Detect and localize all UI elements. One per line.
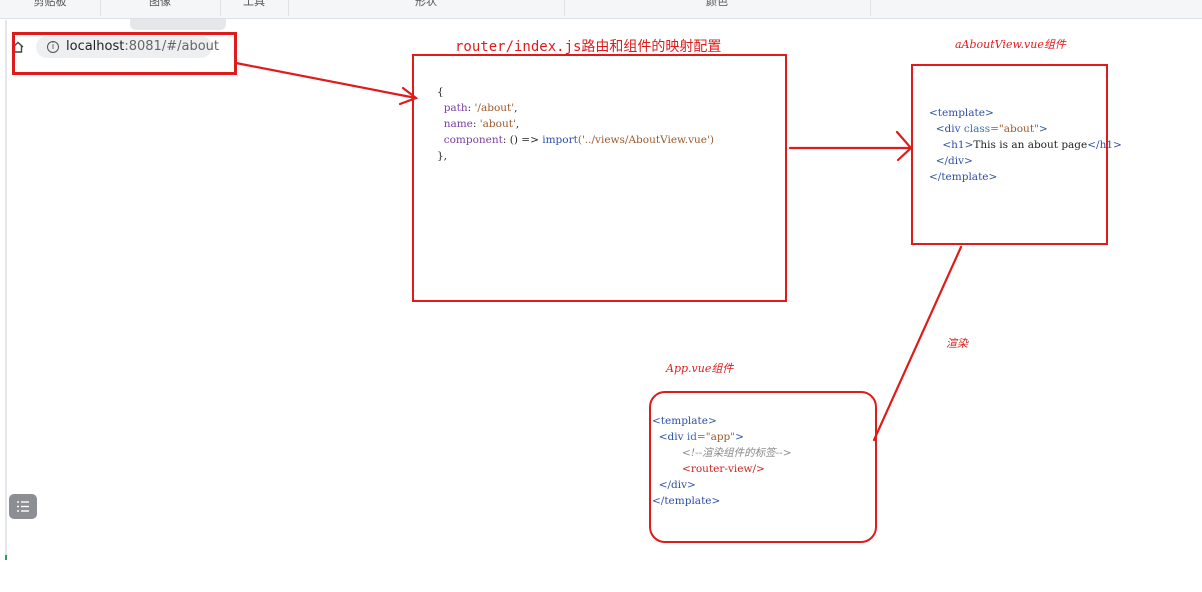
list-menu-button[interactable] bbox=[9, 494, 37, 519]
connector-arrows bbox=[234, 61, 963, 442]
arrow-router-to-about-head bbox=[895, 130, 913, 162]
line-about-to-app bbox=[872, 245, 963, 442]
list-icon bbox=[17, 501, 29, 512]
arrow-url-to-router bbox=[234, 61, 418, 100]
